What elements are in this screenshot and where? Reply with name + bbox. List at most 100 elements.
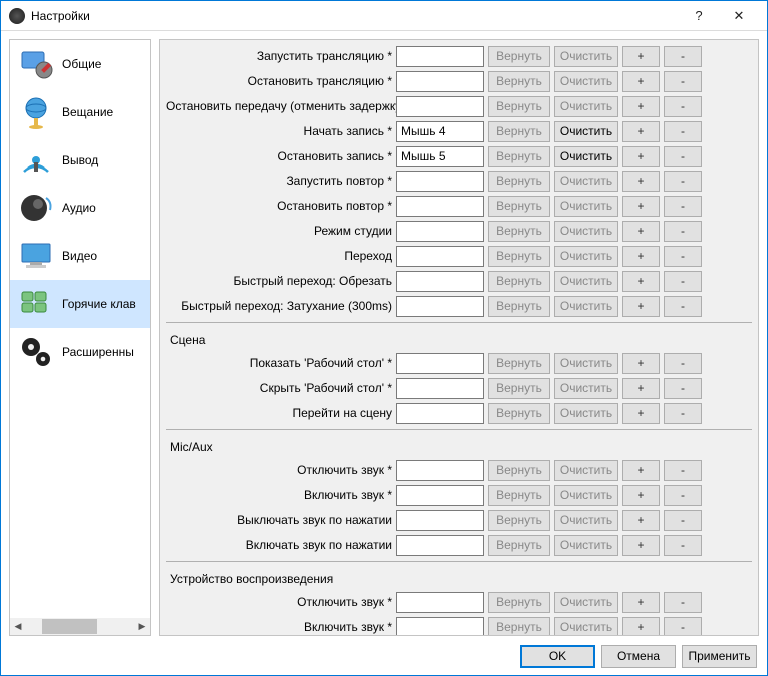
revert-button[interactable]: Вернуть [488,46,550,67]
revert-button[interactable]: Вернуть [488,146,550,167]
hotkey-input[interactable] [396,221,484,242]
hotkey-input[interactable] [396,146,484,167]
add-button[interactable]: + [622,96,660,117]
remove-button[interactable]: - [664,46,702,67]
revert-button[interactable]: Вернуть [488,171,550,192]
add-button[interactable]: + [622,617,660,637]
remove-button[interactable]: - [664,96,702,117]
remove-button[interactable]: - [664,510,702,531]
hotkey-input[interactable] [396,246,484,267]
remove-button[interactable]: - [664,246,702,267]
revert-button[interactable]: Вернуть [488,71,550,92]
sidebar-item-2[interactable]: Вывод [10,136,150,184]
hotkey-input[interactable] [396,485,484,506]
add-button[interactable]: + [622,121,660,142]
hotkey-input[interactable] [396,196,484,217]
clear-button[interactable]: Очистить [554,296,618,317]
hotkey-input[interactable] [396,378,484,399]
add-button[interactable]: + [622,146,660,167]
revert-button[interactable]: Вернуть [488,617,550,637]
close-button[interactable]: ✕ [719,1,759,31]
remove-button[interactable]: - [664,460,702,481]
remove-button[interactable]: - [664,403,702,424]
clear-button[interactable]: Очистить [554,510,618,531]
add-button[interactable]: + [622,271,660,292]
add-button[interactable]: + [622,171,660,192]
add-button[interactable]: + [622,378,660,399]
clear-button[interactable]: Очистить [554,535,618,556]
revert-button[interactable]: Вернуть [488,592,550,613]
revert-button[interactable]: Вернуть [488,510,550,531]
revert-button[interactable]: Вернуть [488,353,550,374]
remove-button[interactable]: - [664,353,702,374]
sidebar-item-0[interactable]: Общие [10,40,150,88]
add-button[interactable]: + [622,592,660,613]
revert-button[interactable]: Вернуть [488,246,550,267]
revert-button[interactable]: Вернуть [488,96,550,117]
add-button[interactable]: + [622,196,660,217]
clear-button[interactable]: Очистить [554,146,618,167]
remove-button[interactable]: - [664,485,702,506]
remove-button[interactable]: - [664,71,702,92]
remove-button[interactable]: - [664,221,702,242]
sidebar-item-3[interactable]: Аудио [10,184,150,232]
add-button[interactable]: + [622,221,660,242]
hotkey-input[interactable] [396,535,484,556]
add-button[interactable]: + [622,460,660,481]
revert-button[interactable]: Вернуть [488,403,550,424]
add-button[interactable]: + [622,485,660,506]
revert-button[interactable]: Вернуть [488,221,550,242]
revert-button[interactable]: Вернуть [488,196,550,217]
revert-button[interactable]: Вернуть [488,460,550,481]
clear-button[interactable]: Очистить [554,96,618,117]
clear-button[interactable]: Очистить [554,485,618,506]
clear-button[interactable]: Очистить [554,403,618,424]
clear-button[interactable]: Очистить [554,196,618,217]
add-button[interactable]: + [622,296,660,317]
clear-button[interactable]: Очистить [554,271,618,292]
remove-button[interactable]: - [664,171,702,192]
hotkey-input[interactable] [396,171,484,192]
hotkey-input[interactable] [396,460,484,481]
hotkey-input[interactable] [396,403,484,424]
hotkey-input[interactable] [396,271,484,292]
add-button[interactable]: + [622,510,660,531]
clear-button[interactable]: Очистить [554,378,618,399]
revert-button[interactable]: Вернуть [488,535,550,556]
revert-button[interactable]: Вернуть [488,296,550,317]
remove-button[interactable]: - [664,146,702,167]
revert-button[interactable]: Вернуть [488,485,550,506]
clear-button[interactable]: Очистить [554,46,618,67]
clear-button[interactable]: Очистить [554,246,618,267]
hotkey-input[interactable] [396,353,484,374]
apply-button[interactable]: Применить [682,645,757,668]
revert-button[interactable]: Вернуть [488,121,550,142]
clear-button[interactable]: Очистить [554,71,618,92]
remove-button[interactable]: - [664,121,702,142]
ok-button[interactable]: OK [520,645,595,668]
clear-button[interactable]: Очистить [554,121,618,142]
hotkey-input[interactable] [396,121,484,142]
remove-button[interactable]: - [664,535,702,556]
revert-button[interactable]: Вернуть [488,378,550,399]
clear-button[interactable]: Очистить [554,221,618,242]
remove-button[interactable]: - [664,296,702,317]
sidebar-item-4[interactable]: Видео [10,232,150,280]
remove-button[interactable]: - [664,196,702,217]
hotkey-input[interactable] [396,71,484,92]
clear-button[interactable]: Очистить [554,460,618,481]
remove-button[interactable]: - [664,378,702,399]
hotkey-input[interactable] [396,296,484,317]
remove-button[interactable]: - [664,271,702,292]
hotkey-input[interactable] [396,96,484,117]
add-button[interactable]: + [622,246,660,267]
hotkey-input[interactable] [396,592,484,613]
clear-button[interactable]: Очистить [554,592,618,613]
remove-button[interactable]: - [664,592,702,613]
clear-button[interactable]: Очистить [554,617,618,637]
revert-button[interactable]: Вернуть [488,271,550,292]
help-button[interactable]: ? [679,1,719,31]
clear-button[interactable]: Очистить [554,353,618,374]
add-button[interactable]: + [622,46,660,67]
add-button[interactable]: + [622,403,660,424]
